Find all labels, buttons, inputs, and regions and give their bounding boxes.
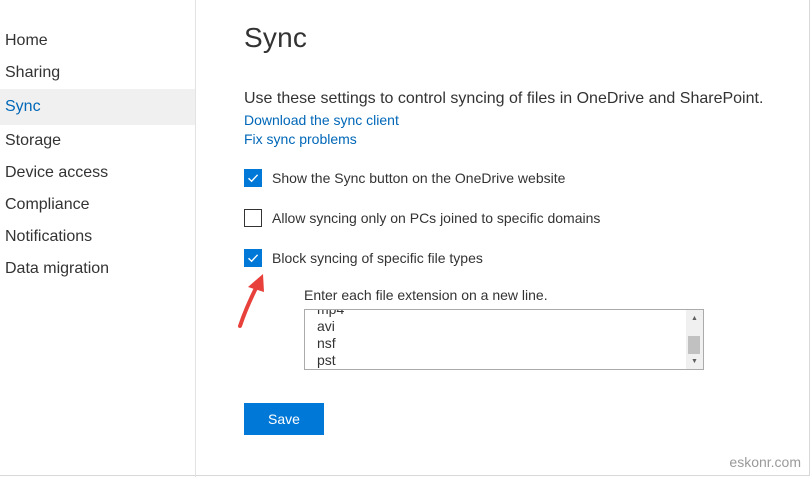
extension-item: avi [317,318,335,334]
file-extensions-textarea[interactable]: mp4 avi nsf pst ▲ ▼ [304,309,704,370]
extensions-hint: Enter each file extension on a new line. [304,287,548,303]
download-sync-client-link[interactable]: Download the sync client [244,112,399,128]
extension-list: mp4 avi nsf pst [317,309,345,369]
allow-domains-checkbox[interactable] [244,209,262,227]
textarea-scrollbar[interactable]: ▲ ▼ [686,310,703,369]
block-file-types-label: Block syncing of specific file types [272,250,483,266]
extension-item: nsf [317,335,336,351]
show-sync-button-checkbox[interactable] [244,169,262,187]
option-show-sync-button: Show the Sync button on the OneDrive web… [244,168,565,188]
block-file-types-checkbox[interactable] [244,249,262,267]
checkmark-icon [248,174,259,183]
sidebar-item-data-migration[interactable]: Data migration [0,253,195,285]
sidebar-item-notifications[interactable]: Notifications [0,221,195,253]
page-description: Use these settings to control syncing of… [244,90,764,107]
scroll-down-arrow-icon[interactable]: ▼ [686,355,703,367]
checkmark-icon [248,254,259,263]
sidebar: Home Sharing Sync Storage Device access … [0,25,195,285]
scroll-up-arrow-icon[interactable]: ▲ [686,312,703,324]
sidebar-item-device-access[interactable]: Device access [0,157,195,189]
extension-item: mp4 [317,309,345,317]
sidebar-item-sharing[interactable]: Sharing [0,57,195,89]
sidebar-item-sync[interactable]: Sync [0,89,195,125]
scrollbar-thumb[interactable] [688,336,700,354]
option-block-file-types: Block syncing of specific file types [244,248,483,268]
fix-sync-problems-link[interactable]: Fix sync problems [244,131,357,147]
sidebar-item-compliance[interactable]: Compliance [0,189,195,221]
option-allow-domains: Allow syncing only on PCs joined to spec… [244,208,600,228]
sidebar-item-storage[interactable]: Storage [0,125,195,157]
annotation-arrow-icon [238,274,264,328]
save-button[interactable]: Save [244,403,324,435]
page-title: Sync [244,22,308,53]
show-sync-button-label: Show the Sync button on the OneDrive web… [272,170,566,186]
sidebar-divider [195,0,196,477]
extension-item: pst [317,352,336,368]
allow-domains-label: Allow syncing only on PCs joined to spec… [272,210,601,226]
sidebar-item-home[interactable]: Home [0,25,195,57]
watermark: eskonr.com [729,454,801,470]
